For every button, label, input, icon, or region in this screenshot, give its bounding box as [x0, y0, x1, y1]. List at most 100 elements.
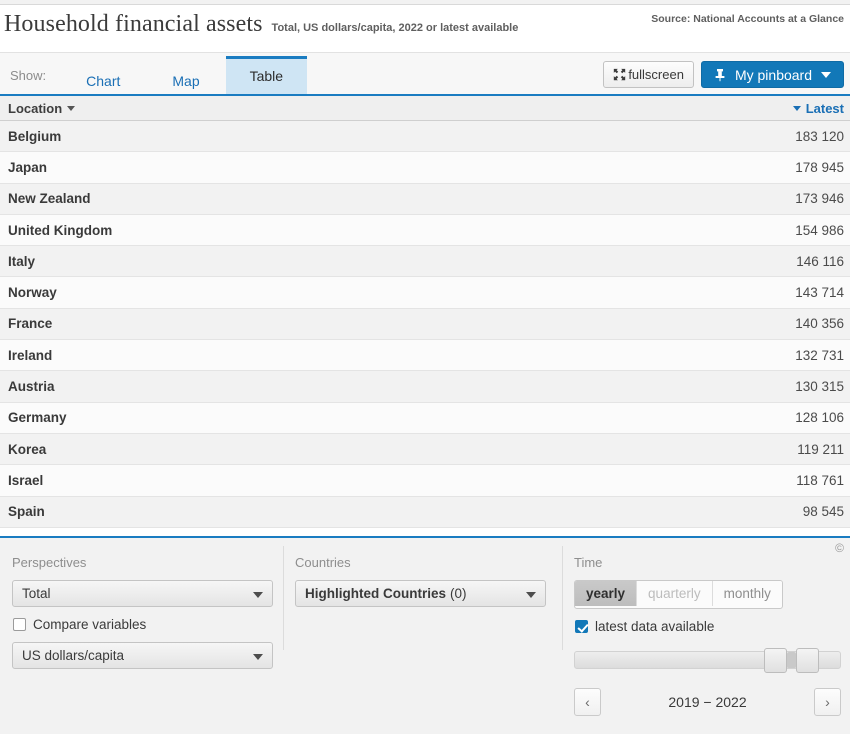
view-toolbar: Show: Chart Map Table fullscreen My pinb… — [0, 52, 850, 96]
table-row[interactable]: United Kingdom 154 986 — [0, 214, 850, 247]
column-header-location-label: Location — [8, 100, 63, 116]
caret-down-icon — [253, 653, 263, 660]
frequency-option-quarterly[interactable]: quarterly — [637, 581, 713, 606]
toolbar-buttons: fullscreen My pinboard — [603, 61, 844, 94]
slider-handle-start[interactable] — [764, 648, 788, 673]
time-panel: © Time yearly quarterly monthly latest d… — [562, 538, 850, 734]
page-subtitle: Total, US dollars/capita, 2022 or latest… — [271, 22, 519, 34]
cell-latest-value: 154 986 — [795, 222, 844, 238]
countries-label: Countries — [295, 555, 351, 570]
table-body: Belgium 183 120 Japan 178 945 New Zealand 173… — [0, 121, 850, 528]
controls-panel: Perspectives Total Compare variables US … — [0, 536, 850, 734]
year-navigation: ‹ 2019 − 2022 › — [574, 688, 841, 716]
cell-latest-value: 132 731 — [795, 347, 844, 363]
frequency-segmented-control: yearly quarterly monthly — [574, 580, 783, 609]
checkbox-box — [13, 618, 26, 631]
column-header-location[interactable]: Location — [8, 100, 76, 116]
compare-variables-label: Compare variables — [33, 617, 147, 632]
cell-location: Italy — [8, 253, 36, 269]
tab-chart[interactable]: Chart — [60, 62, 146, 94]
view-tabs: Chart Map Table — [60, 53, 308, 94]
perspectives-panel: Perspectives Total Compare variables US … — [0, 538, 283, 734]
show-label: Show: — [10, 68, 47, 83]
highlighted-countries-value: Highlighted Countries — [305, 586, 446, 601]
cell-latest-value: 118 761 — [796, 472, 844, 488]
my-pinboard-button[interactable]: My pinboard — [700, 61, 844, 88]
cell-location: Austria — [8, 379, 55, 395]
slider-handle-end[interactable] — [796, 648, 820, 673]
table-row[interactable]: Belgium 183 120 — [0, 121, 850, 153]
cell-location: Ireland — [8, 347, 53, 363]
cell-latest-value: 119 211 — [797, 441, 844, 457]
chevron-left-icon: ‹ — [585, 694, 590, 710]
cell-location: Spain — [8, 504, 45, 520]
chevron-down-icon — [821, 71, 831, 78]
perspective-unit-value: US dollars/capita — [22, 648, 125, 663]
time-range-slider[interactable] — [574, 648, 841, 673]
table-row[interactable]: Ireland 132 731 — [0, 340, 850, 372]
caret-down-icon — [67, 105, 76, 111]
caret-down-icon — [253, 591, 263, 598]
table-row[interactable]: Japan 178 945 — [0, 152, 850, 184]
table-row[interactable]: Israel 118 761 — [0, 465, 850, 497]
tab-table[interactable]: Table — [225, 56, 308, 94]
title-group: Household financial assets Total, US dol… — [4, 11, 651, 38]
chevron-right-icon: › — [825, 694, 830, 710]
pin-icon — [714, 68, 726, 82]
cell-latest-value: 98 545 — [802, 504, 844, 520]
frequency-option-monthly[interactable]: monthly — [712, 581, 782, 606]
frequency-option-yearly[interactable]: yearly — [575, 581, 638, 606]
checkbox-box — [575, 620, 588, 633]
table-row[interactable]: New Zealand 173 946 — [0, 183, 850, 215]
cell-location: France — [8, 316, 53, 332]
cell-location: Norway — [8, 285, 57, 301]
cell-latest-value: 178 945 — [795, 159, 844, 175]
page-header: Household financial assets Total, US dol… — [0, 5, 850, 52]
table-row[interactable]: Austria 130 315 — [0, 371, 850, 403]
highlighted-countries-count: (0) — [450, 586, 467, 601]
year-range-label: 2019 − 2022 — [668, 694, 747, 710]
fullscreen-button[interactable]: fullscreen — [603, 61, 694, 88]
compare-variables-checkbox[interactable]: Compare variables — [13, 617, 269, 632]
previous-period-button[interactable]: ‹ — [574, 688, 601, 716]
cell-location: United Kingdom — [8, 222, 113, 238]
table-row[interactable]: Norway 143 714 — [0, 277, 850, 309]
cell-latest-value: 130 315 — [795, 379, 844, 395]
table-row[interactable]: Korea 119 211 — [0, 433, 850, 466]
latest-data-available-checkbox[interactable]: latest data available — [575, 619, 836, 634]
perspectives-label: Perspectives — [12, 555, 87, 570]
latest-data-available-label: latest data available — [595, 619, 715, 634]
table-row[interactable]: Spain 98 545 — [0, 496, 850, 528]
cell-location: Belgium — [8, 128, 62, 144]
tab-map[interactable]: Map — [146, 62, 225, 94]
caret-down-icon — [526, 591, 536, 598]
next-period-button[interactable]: › — [814, 688, 841, 716]
table-header-row: Location Latest — [0, 96, 850, 121]
cell-location: New Zealand — [8, 191, 91, 207]
cell-latest-value: 146 116 — [796, 253, 844, 269]
cell-location: Korea — [8, 441, 47, 457]
expand-arrows-icon — [613, 68, 626, 81]
cell-location: Japan — [8, 159, 48, 175]
panel-divider — [562, 546, 563, 650]
fullscreen-label: fullscreen — [628, 67, 684, 82]
cell-latest-value: 128 106 — [795, 410, 844, 426]
pinboard-label: My pinboard — [734, 66, 812, 83]
cell-latest-value: 173 946 — [795, 191, 844, 207]
copyright-symbol: © — [835, 541, 844, 555]
source-note: Source: National Accounts at a Glance — [651, 13, 844, 25]
column-header-latest[interactable]: Latest — [792, 101, 844, 116]
countries-panel: Countries Highlighted Countries (0) — [283, 538, 562, 734]
panel-divider — [283, 546, 284, 650]
highlighted-countries-select[interactable]: Highlighted Countries (0) — [295, 580, 546, 607]
table-row[interactable]: Germany 128 106 — [0, 402, 850, 434]
table-row[interactable]: France 140 356 — [0, 308, 850, 341]
cell-latest-value: 140 356 — [795, 316, 844, 332]
table-row[interactable]: Italy 146 116 — [0, 246, 850, 278]
perspective-measure-select[interactable]: Total — [12, 580, 273, 607]
cell-latest-value: 143 714 — [795, 285, 844, 301]
slider-selected-range — [787, 652, 797, 668]
perspective-unit-select[interactable]: US dollars/capita — [12, 642, 273, 669]
page-title: Household financial assets — [4, 11, 263, 37]
cell-latest-value: 183 120 — [795, 128, 844, 144]
